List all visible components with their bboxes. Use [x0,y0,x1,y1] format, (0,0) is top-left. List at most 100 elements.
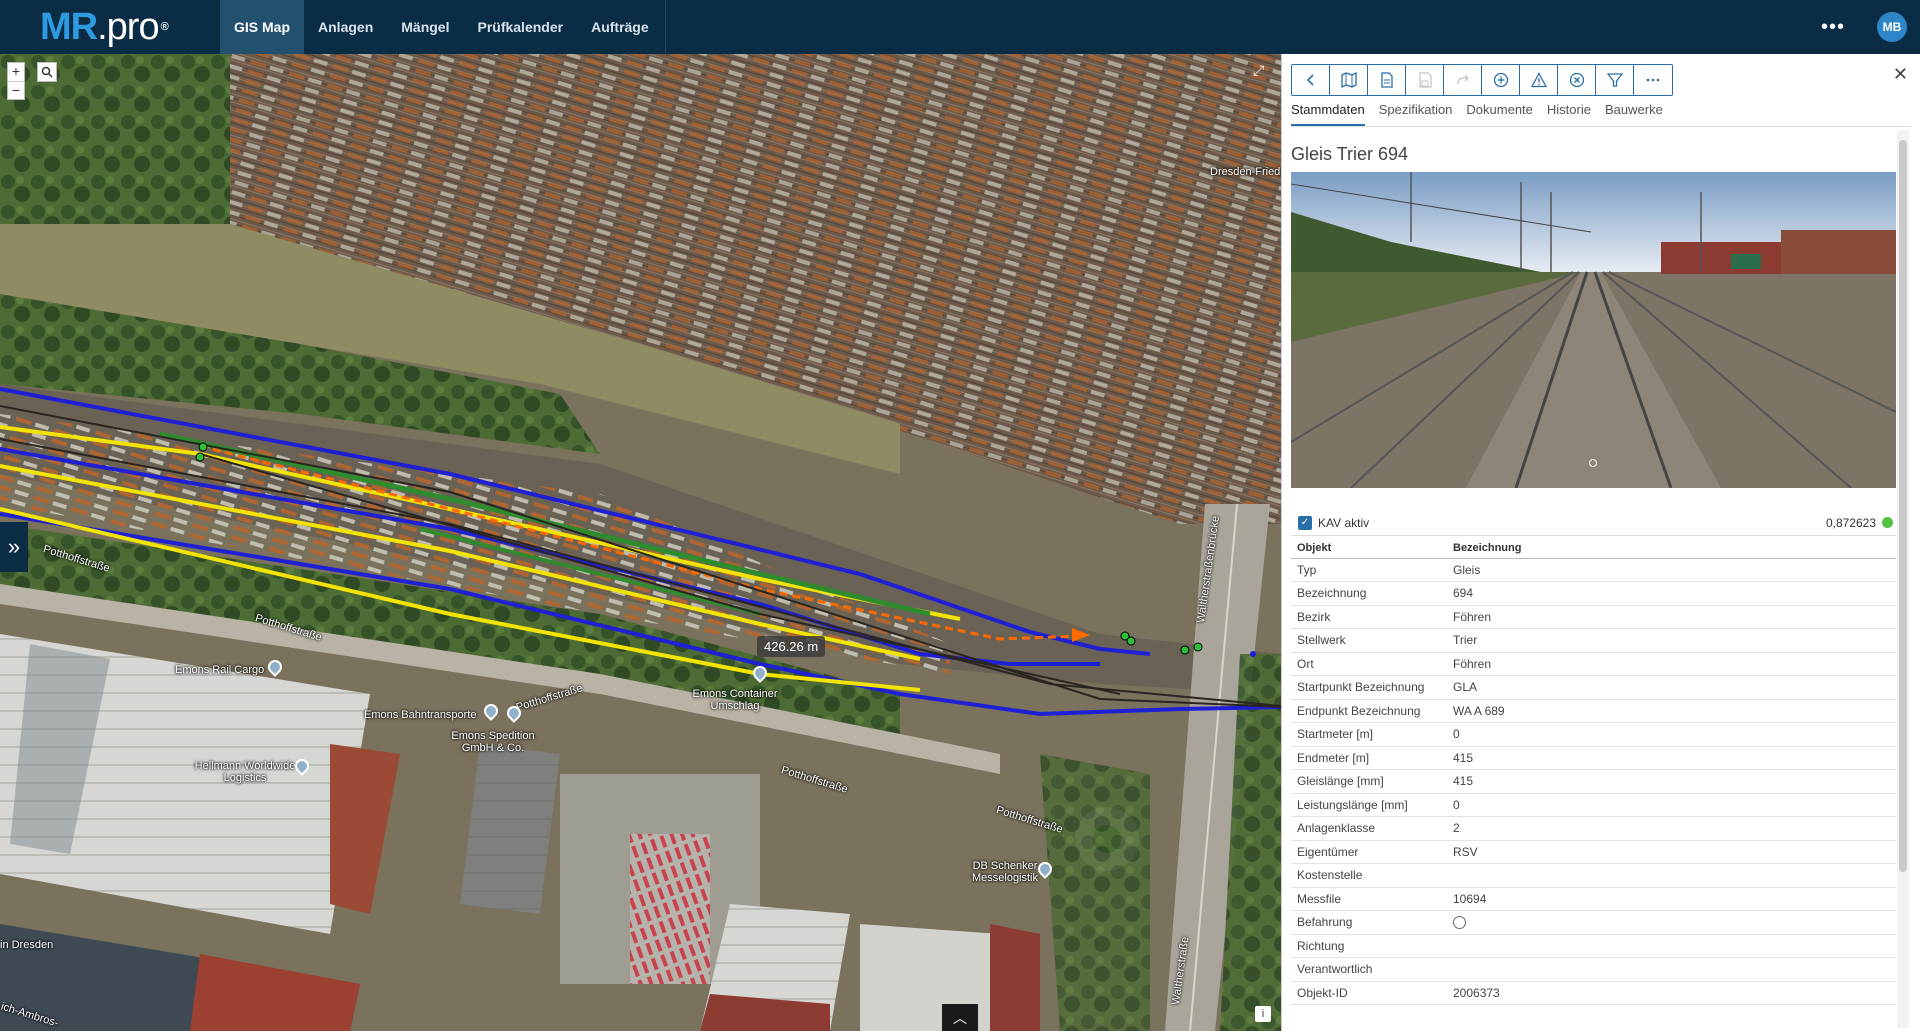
column-header-objekt: Objekt [1291,538,1447,559]
warning-icon[interactable] [1520,65,1558,95]
aerial-map-image [0,54,1281,1031]
scrollbar-thumb[interactable] [1899,140,1907,872]
panel-scrollbar[interactable] [1897,130,1909,1028]
table-row: Endpunkt Bezeichnung WA A 689 [1291,699,1896,723]
top-navbar: MR .pro ® GIS Map Anlagen Mängel Prüfkalen… [0,0,1920,54]
row-value [1447,934,1896,958]
document-icon[interactable] [1368,65,1406,95]
app-logo[interactable]: MR .pro ® [0,0,220,54]
row-key: Kostenstelle [1291,863,1447,888]
row-key: Objekt-ID [1291,981,1447,1005]
table-row: Bezirk Föhren [1291,605,1896,629]
table-row: Befahrung [1291,910,1896,935]
cancel-circle-icon[interactable] [1558,65,1596,95]
row-key: Endpunkt Bezeichnung [1291,699,1447,723]
map-label-place: in Dresden [0,939,54,951]
save-icon[interactable] [1406,65,1444,95]
back-icon[interactable] [1292,65,1330,95]
status-indicator [1882,517,1893,528]
table-row: Objekt-ID 2006373 [1291,981,1896,1005]
tab-spezifikation[interactable]: Spezifikation [1379,102,1467,126]
details-panel: ✕ Stammdaten Spezifikation Dokumente His… [1281,54,1920,1031]
table-row: Verantwortlich [1291,957,1896,982]
nav-anlagen[interactable]: Anlagen [304,0,387,54]
nav-pruefkalender[interactable]: Prüfkalender [463,0,577,54]
row-value: 0 [1447,722,1896,747]
zoom-out-button[interactable]: − [8,81,24,99]
panel-toolbar [1291,64,1673,96]
row-key: Messfile [1291,887,1447,911]
zoom-control: + − [7,62,25,100]
tab-dokumente[interactable]: Dokumente [1466,102,1546,126]
row-value [1447,863,1896,888]
map-search-icon[interactable] [37,62,57,82]
nav-divider [664,0,666,54]
befahrung-radio[interactable] [1453,916,1466,930]
main-nav: GIS Map Anlagen Mängel Prüfkalender Auft… [220,0,666,54]
close-icon[interactable]: ✕ [1893,64,1908,85]
row-value: Trier [1447,628,1896,653]
table-row: Richtung [1291,934,1896,958]
table-row: Startpunkt Bezeichnung GLA [1291,675,1896,700]
map-label-poi: DB Schenker Messelogistik [971,860,1039,884]
nav-maengel[interactable]: Mängel [387,0,463,54]
filter-icon[interactable] [1596,65,1634,95]
kav-checkbox[interactable]: ✓ [1298,515,1312,530]
add-circle-icon[interactable] [1482,65,1520,95]
tab-historie[interactable]: Historie [1547,102,1605,126]
row-value: Föhren [1447,605,1896,629]
nav-gis-map[interactable]: GIS Map [220,0,305,54]
track-photo[interactable] [1291,172,1896,488]
row-key: Verantwortlich [1291,957,1447,982]
map-label-poi: Emons Container Umschlag [692,688,778,712]
table-row: Kostenstelle [1291,863,1896,888]
tab-divider [1291,126,1911,127]
row-key: Endmeter [m] [1291,746,1447,770]
more-options-icon[interactable] [1634,65,1672,95]
row-value: WA A 689 [1447,699,1896,723]
row-value [1447,957,1896,982]
row-key: Leistungslänge [mm] [1291,793,1447,817]
row-key: Stellwerk [1291,628,1447,653]
user-avatar[interactable]: MB [1877,12,1907,42]
kav-label: KAV aktiv [1318,515,1370,530]
object-title: Gleis Trier 694 [1291,144,1409,164]
map-label-poi: Emons Rail Cargo [175,664,265,676]
row-value: 694 [1447,581,1896,606]
table-header-row: Objekt Bezeichnung [1291,538,1896,559]
redo-icon[interactable] [1444,65,1482,95]
zoom-in-button[interactable]: + [8,63,24,81]
row-value [1447,910,1896,935]
table-row: Gleislänge [mm] 415 [1291,769,1896,794]
table-row: Ort Föhren [1291,652,1896,676]
fullscreen-icon[interactable]: ⤢ [1253,62,1271,80]
tab-bauwerke[interactable]: Bauwerke [1605,102,1677,126]
row-value: 415 [1447,746,1896,770]
table-row: Messfile 10694 [1291,887,1896,911]
row-key: Richtung [1291,934,1447,958]
expand-sidebar-icon[interactable]: » [0,522,28,572]
row-key: Typ [1291,558,1447,582]
row-key: Eigentümer [1291,840,1447,864]
row-key: Befahrung [1291,910,1447,935]
row-key: Startmeter [m] [1291,722,1447,747]
tab-stammdaten[interactable]: Stammdaten [1291,102,1365,126]
map-label-poi: Hellmann Worldwide Logistics [194,760,296,784]
chevron-up-icon[interactable]: ︿ [942,1004,978,1031]
table-row: Typ Gleis [1291,558,1896,582]
more-menu-icon[interactable]: ••• [1821,16,1845,39]
info-icon[interactable]: i [1255,1006,1271,1022]
nav-auftraege[interactable]: Aufträge [577,0,663,54]
attributes-table: Objekt Bezeichnung Typ Gleis Bezeichnung 6… [1291,538,1896,1005]
table-row: Endmeter [m] 415 [1291,746,1896,770]
map-icon[interactable] [1330,65,1368,95]
row-key: Ort [1291,652,1447,676]
table-row: Eigentümer RSV [1291,840,1896,864]
table-row: Startmeter [m] 0 [1291,722,1896,747]
gis-map[interactable]: + − ⤢ Potthoffstraße Potthoffstraße Pott… [0,54,1281,1031]
row-key: Anlagenklasse [1291,816,1447,841]
row-value: GLA [1447,675,1896,700]
row-key: Startpunkt Bezeichnung [1291,675,1447,700]
map-label-place: Dresden-Fried [1210,166,1281,178]
table-row: Bezeichnung 694 [1291,581,1896,606]
